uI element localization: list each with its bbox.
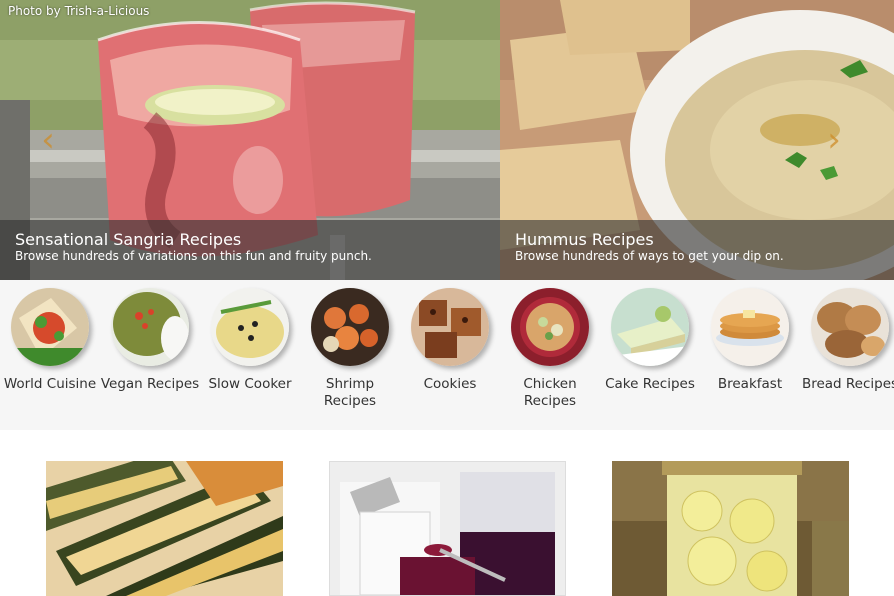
category-label: Vegan Recipes bbox=[100, 376, 200, 392]
recipe-card-jam[interactable] bbox=[329, 461, 566, 596]
category-cookies[interactable]: Cookies bbox=[400, 288, 500, 393]
hero-caption: Hummus Recipes Browse hundreds of ways t… bbox=[500, 220, 894, 280]
hero-slider: Sensational Sangria Recipes Browse hundr… bbox=[0, 0, 894, 280]
category-thumbnail bbox=[111, 288, 189, 366]
category-thumbnail bbox=[611, 288, 689, 366]
hero-caption-title: Hummus Recipes bbox=[515, 230, 654, 249]
category-label: Shrimp Recipes bbox=[323, 376, 377, 409]
category-label: Chicken Recipes bbox=[523, 376, 577, 409]
category-chicken-recipes[interactable]: Chicken Recipes bbox=[500, 288, 600, 410]
category-thumbnail bbox=[411, 288, 489, 366]
category-thumbnail bbox=[511, 288, 589, 366]
hero-caption-subtitle: Browse hundreds of ways to get your dip … bbox=[515, 249, 784, 263]
chevron-left-icon[interactable]: ‹ bbox=[36, 120, 60, 160]
category-strip: World Cuisine Vegan Recipes Slow Cooker … bbox=[0, 280, 894, 430]
category-world-cuisine[interactable]: World Cuisine bbox=[0, 288, 100, 393]
recipe-card-pickles[interactable] bbox=[612, 461, 849, 596]
category-label: Cake Recipes bbox=[605, 376, 695, 392]
category-thumbnail bbox=[711, 288, 789, 366]
recipe-card-grilled-zucchini[interactable] bbox=[46, 461, 283, 596]
photo-credit: Photo by Trish-a-Licious bbox=[8, 4, 150, 18]
category-label: Bread Recipes bbox=[801, 376, 894, 392]
category-label: Cookies bbox=[423, 376, 477, 392]
recipe-card-image bbox=[46, 461, 283, 596]
category-slow-cooker[interactable]: Slow Cooker bbox=[200, 288, 300, 393]
category-cake-recipes[interactable]: Cake Recipes bbox=[600, 288, 700, 393]
recipe-card-image bbox=[612, 461, 849, 596]
category-thumbnail bbox=[211, 288, 289, 366]
category-label: World Cuisine bbox=[3, 376, 97, 392]
recipe-card-image bbox=[330, 462, 565, 595]
category-thumbnail bbox=[11, 288, 89, 366]
category-thumbnail bbox=[811, 288, 889, 366]
hero-slide-sangria[interactable]: Sensational Sangria Recipes Browse hundr… bbox=[0, 0, 500, 280]
hero-caption-title: Sensational Sangria Recipes bbox=[15, 230, 242, 249]
category-label: Breakfast bbox=[717, 376, 783, 392]
category-shrimp-recipes[interactable]: Shrimp Recipes bbox=[300, 288, 400, 410]
hero-caption: Sensational Sangria Recipes Browse hundr… bbox=[0, 220, 500, 280]
category-thumbnail bbox=[311, 288, 389, 366]
chevron-right-icon[interactable]: › bbox=[822, 120, 846, 160]
category-breakfast[interactable]: Breakfast bbox=[700, 288, 800, 393]
category-label: Slow Cooker bbox=[208, 376, 292, 392]
hero-caption-subtitle: Browse hundreds of variations on this fu… bbox=[15, 249, 372, 263]
category-bread-recipes[interactable]: Bread Recipes bbox=[800, 288, 894, 393]
category-vegan-recipes[interactable]: Vegan Recipes bbox=[100, 288, 200, 393]
